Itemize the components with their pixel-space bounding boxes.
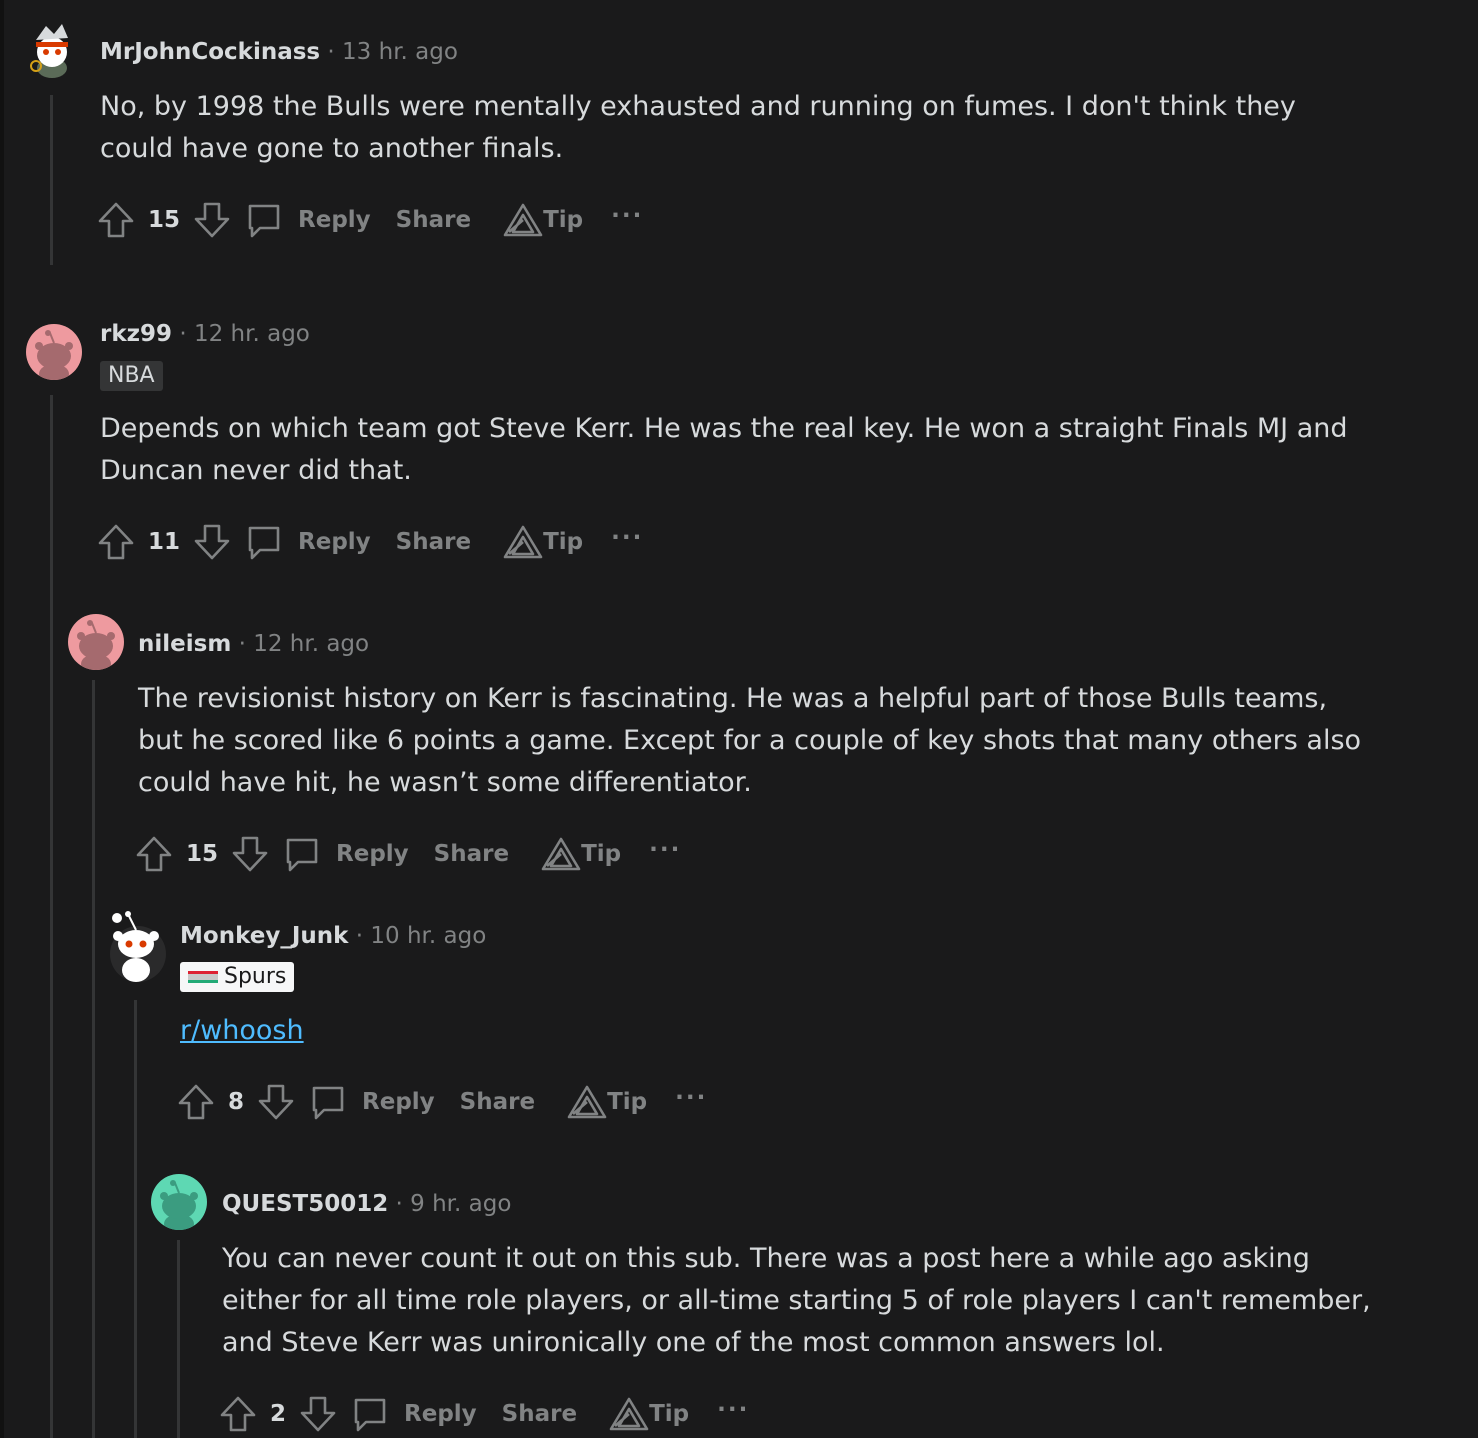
user-flair: NBA	[100, 361, 163, 391]
thread-line[interactable]	[50, 95, 53, 265]
separator: ·	[238, 631, 246, 657]
subreddit-link[interactable]: r/whoosh	[180, 1015, 304, 1046]
separator: ·	[179, 321, 187, 347]
separator: ·	[327, 39, 335, 65]
reply-icon[interactable]	[244, 200, 284, 240]
share-button[interactable]: Share	[396, 529, 471, 555]
avatar-image	[35, 330, 73, 380]
tip-button[interactable]: Tip	[649, 1401, 689, 1427]
username[interactable]: rkz99	[100, 321, 172, 347]
flair-label: Spurs	[224, 964, 287, 989]
downvote-icon[interactable]	[298, 1394, 338, 1434]
vote-score: 2	[270, 1401, 287, 1427]
reply-icon[interactable]	[244, 522, 284, 562]
more-options-button[interactable]: ···	[717, 1397, 749, 1423]
tip-button[interactable]: Tip	[543, 207, 583, 233]
upvote-icon[interactable]	[134, 834, 174, 874]
tip-button[interactable]: Tip	[607, 1089, 647, 1115]
more-options-button[interactable]: ···	[611, 525, 643, 551]
comment-meta: rkz99 · 12 hr. ago	[100, 319, 310, 349]
avatar-image	[160, 1180, 198, 1230]
vote-score: 15	[186, 841, 219, 867]
share-button[interactable]: Share	[434, 841, 509, 867]
comment-body: The revisionist history on Kerr is fasci…	[138, 683, 1362, 798]
comment-actions: 11 Reply Share Tip ···	[96, 520, 643, 564]
vote-score: 15	[148, 207, 181, 233]
timestamp[interactable]: 12 hr. ago	[253, 631, 369, 657]
separator: ·	[395, 1191, 403, 1217]
user-flair: Spurs	[180, 962, 295, 992]
thread-line[interactable]	[92, 680, 95, 1438]
reply-button[interactable]: Reply	[298, 529, 371, 555]
downvote-icon[interactable]	[192, 200, 232, 240]
tip-icon[interactable]	[503, 202, 543, 238]
comment-actions: 15 Reply Share Tip ···	[96, 198, 643, 242]
thread-line[interactable]	[177, 1240, 180, 1438]
comment-actions: 8 Reply Share Tip ···	[176, 1080, 707, 1124]
reply-button[interactable]: Reply	[298, 207, 371, 233]
comment-body: No, by 1998 the Bulls were mentally exha…	[100, 91, 1296, 164]
avatar[interactable]	[68, 614, 124, 670]
separator: ·	[355, 923, 364, 949]
tip-icon[interactable]	[609, 1396, 649, 1432]
timestamp[interactable]: 12 hr. ago	[194, 321, 310, 347]
more-options-button[interactable]: ···	[675, 1085, 707, 1111]
more-options-button[interactable]: ···	[649, 837, 681, 863]
tip-icon[interactable]	[567, 1084, 607, 1120]
avatar[interactable]	[108, 908, 168, 984]
comment-body: You can never count it out on this sub. …	[222, 1243, 1371, 1358]
username[interactable]: MrJohnCockinass	[100, 39, 320, 65]
comment-actions: 15 Reply Share Tip ···	[134, 832, 681, 876]
upvote-icon[interactable]	[96, 200, 136, 240]
upvote-icon[interactable]	[218, 1394, 258, 1434]
timestamp[interactable]: 10 hr. ago	[370, 923, 486, 949]
avatar-image	[77, 620, 115, 670]
reply-icon[interactable]	[282, 834, 322, 874]
comment-actions: 2 Reply Share Tip ···	[218, 1392, 749, 1436]
comment-meta: MrJohnCockinass · 13 hr. ago	[100, 37, 458, 67]
thread-line[interactable]	[134, 1000, 137, 1438]
upvote-icon[interactable]	[96, 522, 136, 562]
tip-icon[interactable]	[541, 836, 581, 872]
reply-icon[interactable]	[350, 1394, 390, 1434]
downvote-icon[interactable]	[192, 522, 232, 562]
username[interactable]: nileism	[138, 631, 231, 657]
share-button[interactable]: Share	[396, 207, 471, 233]
more-options-button[interactable]: ···	[611, 203, 643, 229]
reply-button[interactable]: Reply	[404, 1401, 477, 1427]
comment-body: Depends on which team got Steve Kerr. He…	[100, 413, 1348, 486]
page-edge	[0, 0, 4, 1438]
avatar[interactable]	[151, 1174, 207, 1230]
username[interactable]: QUEST50012	[222, 1191, 388, 1217]
reply-button[interactable]: Reply	[362, 1089, 435, 1115]
vote-score: 11	[148, 529, 181, 555]
avatar-image	[110, 911, 166, 982]
comment-meta: nileism · 12 hr. ago	[138, 629, 369, 659]
downvote-icon[interactable]	[256, 1082, 296, 1122]
tip-button[interactable]: Tip	[543, 529, 583, 555]
share-button[interactable]: Share	[460, 1089, 535, 1115]
comment-meta: Monkey_Junk · 10 hr. ago	[180, 921, 486, 951]
avatar[interactable]	[24, 22, 80, 78]
username[interactable]: Monkey_Junk	[180, 923, 348, 949]
tip-icon[interactable]	[503, 524, 543, 560]
reply-icon[interactable]	[308, 1082, 348, 1122]
tip-button[interactable]: Tip	[581, 841, 621, 867]
avatar-image	[30, 24, 68, 78]
timestamp[interactable]: 9 hr. ago	[410, 1191, 511, 1217]
timestamp[interactable]: 13 hr. ago	[342, 39, 458, 65]
spurs-logo-icon	[188, 971, 218, 983]
reply-button[interactable]: Reply	[336, 841, 409, 867]
comment-meta: QUEST50012 · 9 hr. ago	[222, 1189, 511, 1219]
share-button[interactable]: Share	[502, 1401, 577, 1427]
comment-body: r/whoosh	[180, 1010, 304, 1052]
vote-score: 8	[228, 1089, 245, 1115]
avatar[interactable]	[26, 324, 82, 380]
thread-line[interactable]	[50, 395, 53, 1438]
downvote-icon[interactable]	[230, 834, 270, 874]
upvote-icon[interactable]	[176, 1082, 216, 1122]
